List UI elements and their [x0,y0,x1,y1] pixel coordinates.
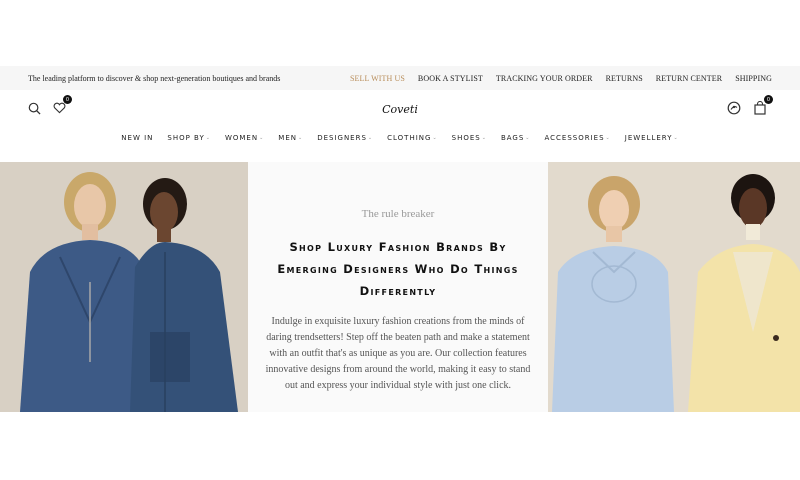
hero-headline: Shop Luxury Fashion Brands By Emerging D… [277,240,519,298]
chevron-down-icon: ⌄ [259,135,265,141]
nav-item-label: JEWELLERY [624,134,673,142]
hero-image-pastel-models[interactable] [548,162,800,412]
chevron-down-icon: ⌄ [298,135,304,141]
chevron-down-icon: ⌄ [605,135,611,141]
nav-item-new-in[interactable]: NEW IN [121,130,153,146]
nav-item-jewellery[interactable]: JEWELLERY ⌄ [625,130,679,146]
nav-item-label: SHOES [451,134,481,142]
wishlist-heart-icon[interactable]: 0 [51,95,72,116]
chevron-down-icon: ⌄ [205,135,211,141]
tracking-order-link[interactable]: TRACKING YOUR ORDER [496,74,593,83]
sell-with-us-link[interactable]: SELL WITH US [350,74,405,83]
hero-overline: The rule breaker [361,208,435,220]
nav-item-label: CLOTHING [387,134,432,142]
nav-item-shop-by[interactable]: SHOP BY ⌄ [167,130,211,146]
chevron-down-icon: ⌄ [525,135,531,141]
nav-item-clothing[interactable]: CLOTHING ⌄ [387,130,438,146]
main-navigation: NEW IN SHOP BY ⌄ WOMEN ⌄ MEN ⌄ DESIGNERS ⌄ C… [0,130,800,146]
nav-item-women[interactable]: WOMEN ⌄ [225,130,264,146]
hero-banner: The rule breaker Shop Luxury Fashion Bra… [0,162,800,412]
nav-item-shoes[interactable]: SHOES ⌄ [452,130,487,146]
hero-text-panel: The rule breaker Shop Luxury Fashion Bra… [248,162,548,412]
chevron-down-icon: ⌄ [432,135,438,141]
brand-logo[interactable]: Coveti [378,96,422,122]
nav-item-accessories[interactable]: ACCESSORIES ⌄ [544,130,610,146]
nav-item-label: ACCESSORIES [544,134,605,142]
site-header: 0 Coveti 0 [0,92,800,126]
account-icon[interactable] [726,100,742,116]
returns-link[interactable]: RETURNS [606,74,643,83]
chevron-down-icon: ⌄ [481,135,487,141]
search-icon[interactable] [26,100,42,116]
nav-item-label: MEN [278,134,297,142]
hero-description: Indulge in exquisite luxury fashion crea… [265,316,531,391]
hero-image-denim-models[interactable] [0,162,248,412]
nav-item-label: BAGS [500,134,525,142]
cart-count-badge: 0 [764,95,773,104]
nav-item-label: WOMEN [224,134,259,142]
cart-bag-icon[interactable]: 0 [752,95,773,116]
nav-item-men[interactable]: MEN ⌄ [278,130,303,146]
shipping-link[interactable]: SHIPPING [735,74,772,83]
nav-item-bags[interactable]: BAGS ⌄ [501,130,531,146]
chevron-down-icon: ⌄ [673,135,679,141]
logo-text: Coveti [382,102,418,116]
nav-item-label: DESIGNERS [317,134,367,142]
nav-item-label: SHOP BY [167,134,205,142]
utility-links: SELL WITH US BOOK A STYLIST TRACKING YOU… [350,74,772,83]
announcement-bar: The leading platform to discover & shop … [0,66,800,90]
wishlist-count-badge: 0 [63,95,72,104]
nav-item-label: NEW IN [121,134,154,142]
nav-item-designers[interactable]: DESIGNERS ⌄ [317,130,373,146]
book-a-stylist-link[interactable]: BOOK A STYLIST [418,74,483,83]
return-center-link[interactable]: RETURN CENTER [656,74,722,83]
site-tagline: The leading platform to discover & shop … [28,73,281,83]
chevron-down-icon: ⌄ [367,135,374,141]
